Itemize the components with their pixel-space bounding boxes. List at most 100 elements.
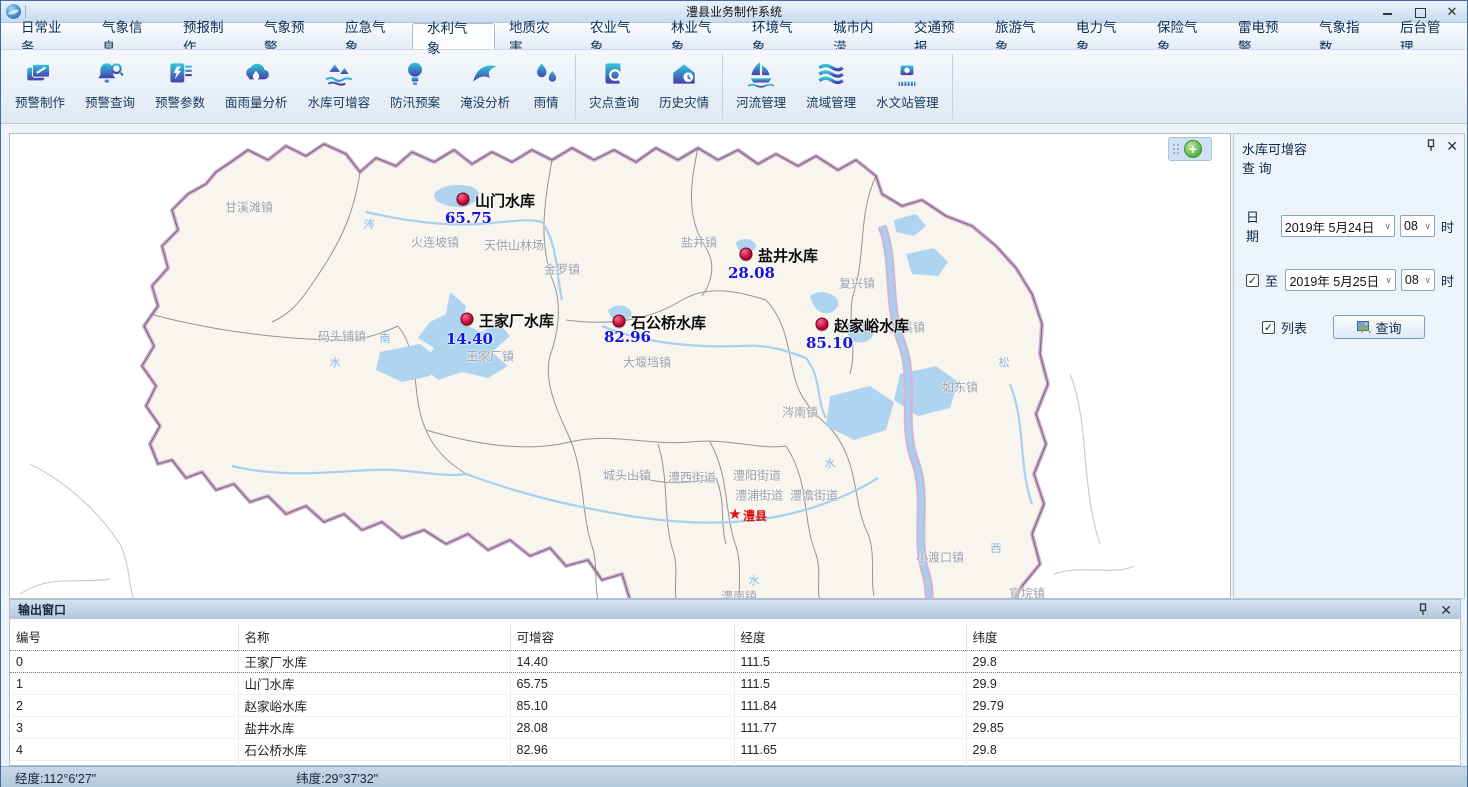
output-close-icon[interactable]: ✕ [1440, 604, 1452, 616]
river-label: 水 [330, 354, 341, 370]
menu-lightning[interactable]: 雷电预警 [1224, 23, 1305, 49]
table-row[interactable]: 0王家厂水库14.40111.529.8 [10, 651, 1462, 673]
river-label: 水 [749, 572, 760, 588]
town-label: 官垸镇 [1009, 585, 1045, 600]
town-label: 盐井镇 [681, 234, 717, 251]
tool-disaster-history[interactable]: 历史灾情 [649, 50, 719, 123]
drag-grip-icon[interactable] [1173, 144, 1180, 155]
query-button-label: 查询 [1376, 318, 1402, 337]
town-label: 火连坡镇 [411, 234, 459, 251]
tool-flood-plan[interactable]: 防汛预案 [380, 50, 450, 123]
panel-header: 水库可增容 查 询 ✕ [1234, 134, 1464, 179]
river-label: 西 [991, 540, 1002, 556]
menu-power[interactable]: 电力气象 [1062, 23, 1143, 49]
reservoir-marker-zhaojiayu[interactable] [816, 318, 829, 331]
minimize-button[interactable] [1381, 6, 1395, 18]
menu-weather-index[interactable]: 气象指数 [1305, 23, 1386, 49]
river-label: 松 [999, 354, 1010, 370]
tool-reservoir-capacity[interactable]: 水库可增容 [298, 50, 381, 123]
county-basemap [10, 134, 1231, 599]
menu-environment[interactable]: 环境气象 [738, 23, 819, 49]
panel-close-icon[interactable]: ✕ [1446, 140, 1458, 152]
town-label: 金罗镇 [544, 261, 580, 278]
col-header-longitude: 经度 [734, 625, 966, 651]
date-from-value: 2019年 5月24日 [1285, 217, 1375, 236]
reservoir-capacity-icon [323, 60, 355, 88]
tool-areal-rain[interactable]: 面雨量分析 [215, 50, 298, 123]
tool-inundation[interactable]: 淹没分析 [450, 50, 520, 123]
reservoir-value: 82.96 [604, 328, 651, 346]
hour-from-select[interactable]: 08 ∨ [1400, 215, 1435, 237]
tool-river-manage[interactable]: 河流管理 [726, 50, 796, 123]
tool-warning-make[interactable]: 预警制作 [5, 50, 75, 123]
menu-insurance[interactable]: 保险气象 [1143, 23, 1224, 49]
menu-geology[interactable]: 地质灾害 [495, 23, 576, 49]
menu-admin[interactable]: 后台管理 [1386, 23, 1467, 49]
zoom-in-button[interactable]: + [1184, 140, 1202, 158]
town-label: 澧澹街道 [790, 487, 838, 504]
menu-bar: 日常业务 气象信息 预报制作 气象预警 应急气象 水利气象 地质灾害 农业气象 … [1, 23, 1467, 49]
reservoir-marker-shigongqiao[interactable] [613, 315, 626, 328]
table-row[interactable]: 1山门水库65.75111.529.9 [10, 673, 1462, 695]
table-row[interactable]: 3盐井水库28.08111.7729.85 [10, 717, 1462, 739]
reservoir-marker-yanjing[interactable] [740, 248, 753, 261]
town-label: 复兴镇 [839, 275, 875, 292]
list-checkbox[interactable]: ✓ [1262, 321, 1275, 334]
menu-weather-warning[interactable]: 气象预警 [250, 23, 331, 49]
menu-agriculture[interactable]: 农业气象 [576, 23, 657, 49]
tool-disaster-point-query[interactable]: 灾点查询 [579, 50, 649, 123]
menu-forestry[interactable]: 林业气象 [657, 23, 738, 49]
hydrostation-manage-icon [891, 60, 923, 88]
tool-warning-params[interactable]: 预警参数 [145, 50, 215, 123]
status-longitude: 经度:112°6'27" [15, 768, 96, 787]
to-checkbox[interactable]: ✓ [1246, 274, 1259, 287]
date-to-picker[interactable]: 2019年 5月25日 ∨ [1285, 269, 1395, 291]
reservoir-name: 山门水库 [475, 190, 535, 211]
toolbar-group-manage: 河流管理 流域管理 水文站管理 [726, 50, 949, 123]
table-row[interactable]: 4石公桥水库82.96111.6529.8 [10, 739, 1462, 761]
town-label: 澧浦街道 [735, 487, 783, 504]
menu-daily[interactable]: 日常业务 [7, 23, 88, 49]
tool-warning-query[interactable]: 预警查询 [75, 50, 145, 123]
date-from-picker[interactable]: 2019年 5月24日 ∨ [1281, 215, 1395, 237]
hour-unit-label: 时 [1441, 271, 1454, 290]
toolbar: 预警制作 预警查询 预警参数 面雨量分析 水库可增容 防汛预案 [1, 49, 1467, 124]
query-button-icon [1357, 321, 1371, 333]
output-table: 编号 名称 可增容 经度 纬度 0王家厂水库14.40111.529.8 1山门… [10, 625, 1463, 787]
county-name-label: 澧县 [743, 507, 767, 524]
reservoir-marker-wangjiachang[interactable] [461, 313, 474, 326]
town-label: 澧西街道 [668, 469, 716, 486]
toolbar-divider [575, 54, 576, 119]
menu-traffic[interactable]: 交通预报 [900, 23, 981, 49]
reservoir-value: 65.75 [445, 209, 492, 227]
map-canvas[interactable]: 甘溪滩镇 火连坡镇 天供山林场 金罗镇 盐井镇 复兴镇 梦溪镇 码头铺镇 王家厂… [9, 133, 1231, 599]
tool-basin-manage[interactable]: 流域管理 [796, 50, 866, 123]
menu-hydrology-selected[interactable]: 水利气象 [412, 23, 495, 49]
menu-urban-flood[interactable]: 城市内涝 [819, 23, 900, 49]
query-button[interactable]: 查询 [1333, 315, 1425, 339]
pin-icon[interactable] [1426, 139, 1436, 152]
table-header-row: 编号 名称 可增容 经度 纬度 [10, 625, 1462, 651]
list-query-row: ✓ 列表 查询 [1246, 315, 1454, 339]
col-header-latitude: 纬度 [966, 625, 1462, 651]
reservoir-marker-shanmen[interactable] [457, 193, 470, 206]
tool-hydrostation-manage[interactable]: 水文站管理 [866, 50, 949, 123]
rain-condition-icon [530, 60, 562, 88]
menu-forecast-make[interactable]: 预报制作 [169, 23, 250, 49]
menu-emergency[interactable]: 应急气象 [331, 23, 412, 49]
menu-tourism[interactable]: 旅游气象 [981, 23, 1062, 49]
hour-to-select[interactable]: 08 ∨ [1401, 269, 1435, 291]
hour-unit-label: 时 [1441, 217, 1454, 236]
output-window-title: 输出窗口 [18, 601, 66, 618]
hour-to-value: 08 [1405, 273, 1419, 287]
toolbar-group-disaster: 灾点查询 历史灾情 [579, 50, 719, 123]
menu-weather-info[interactable]: 气象信息 [88, 23, 169, 49]
tool-rain-condition[interactable]: 雨情 [520, 50, 572, 123]
table-row[interactable]: 2赵家峪水库85.10111.8429.79 [10, 695, 1462, 717]
map-zoom-control: + [1168, 137, 1212, 161]
county-star-icon: ★ [728, 505, 741, 523]
pin-icon[interactable] [1418, 603, 1428, 616]
toolbar-group-warning: 预警制作 预警查询 预警参数 面雨量分析 水库可增容 防汛预案 [5, 50, 572, 123]
river-label: 水 [825, 455, 836, 471]
toolbar-divider [952, 54, 953, 119]
